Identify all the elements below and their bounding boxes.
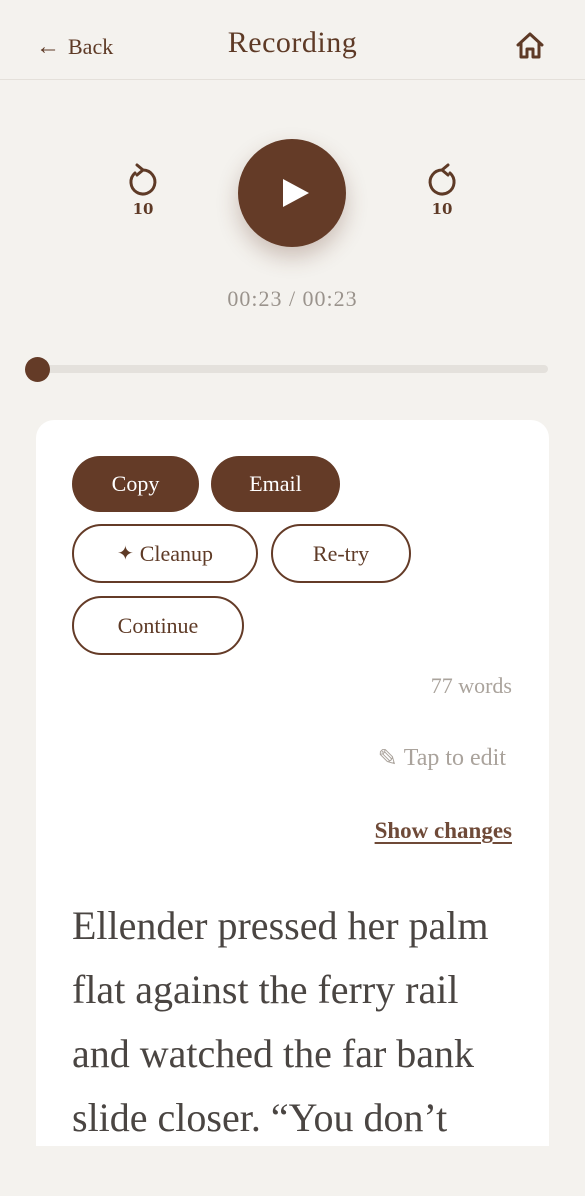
- pencil-icon: ✎: [377, 746, 398, 772]
- time-display: 00:23 / 00:23: [227, 286, 358, 311]
- progress-thumb[interactable]: [24, 357, 50, 382]
- transcript-card: Copy Email ✦ Cleanup Re-try Continue 77 …: [36, 420, 549, 1196]
- play-icon: [283, 179, 309, 207]
- word-count: 77 words: [430, 673, 512, 698]
- email-button[interactable]: Email: [211, 456, 340, 512]
- rewind-10-icon: [129, 163, 157, 196]
- forward-seconds: 10: [431, 200, 453, 218]
- transcript-text[interactable]: Ellender pressed her palm flat against t…: [72, 894, 522, 1150]
- forward-10-button[interactable]: 10: [422, 162, 462, 224]
- cleanup-button[interactable]: ✦ Cleanup: [72, 524, 258, 583]
- continue-button[interactable]: Continue: [72, 596, 244, 655]
- page-title: Recording: [227, 26, 358, 59]
- home-button[interactable]: [514, 30, 546, 62]
- tap-to-edit[interactable]: ✎ Tap to edit: [378, 744, 506, 773]
- bottom-bar: [0, 1146, 585, 1196]
- play-button[interactable]: [238, 139, 346, 247]
- copy-button[interactable]: Copy: [72, 456, 199, 512]
- forward-10-icon: [428, 163, 456, 196]
- rewind-seconds: 10: [132, 200, 154, 218]
- tap-to-edit-label: Tap to edit: [403, 745, 506, 771]
- home-icon: [516, 32, 544, 59]
- progress-track[interactable]: [37, 365, 548, 373]
- header: ← Back Recording: [0, 0, 585, 80]
- recording-screen: ← Back Recording 10 10 00:23 / 00:23 Cop…: [0, 0, 585, 1196]
- cleanup-label: Cleanup: [139, 540, 214, 566]
- show-changes-link[interactable]: Show changes: [375, 818, 512, 844]
- rewind-10-button[interactable]: 10: [123, 162, 163, 224]
- sparkle-icon: ✦: [116, 543, 134, 565]
- retry-button[interactable]: Re-try: [271, 524, 411, 583]
